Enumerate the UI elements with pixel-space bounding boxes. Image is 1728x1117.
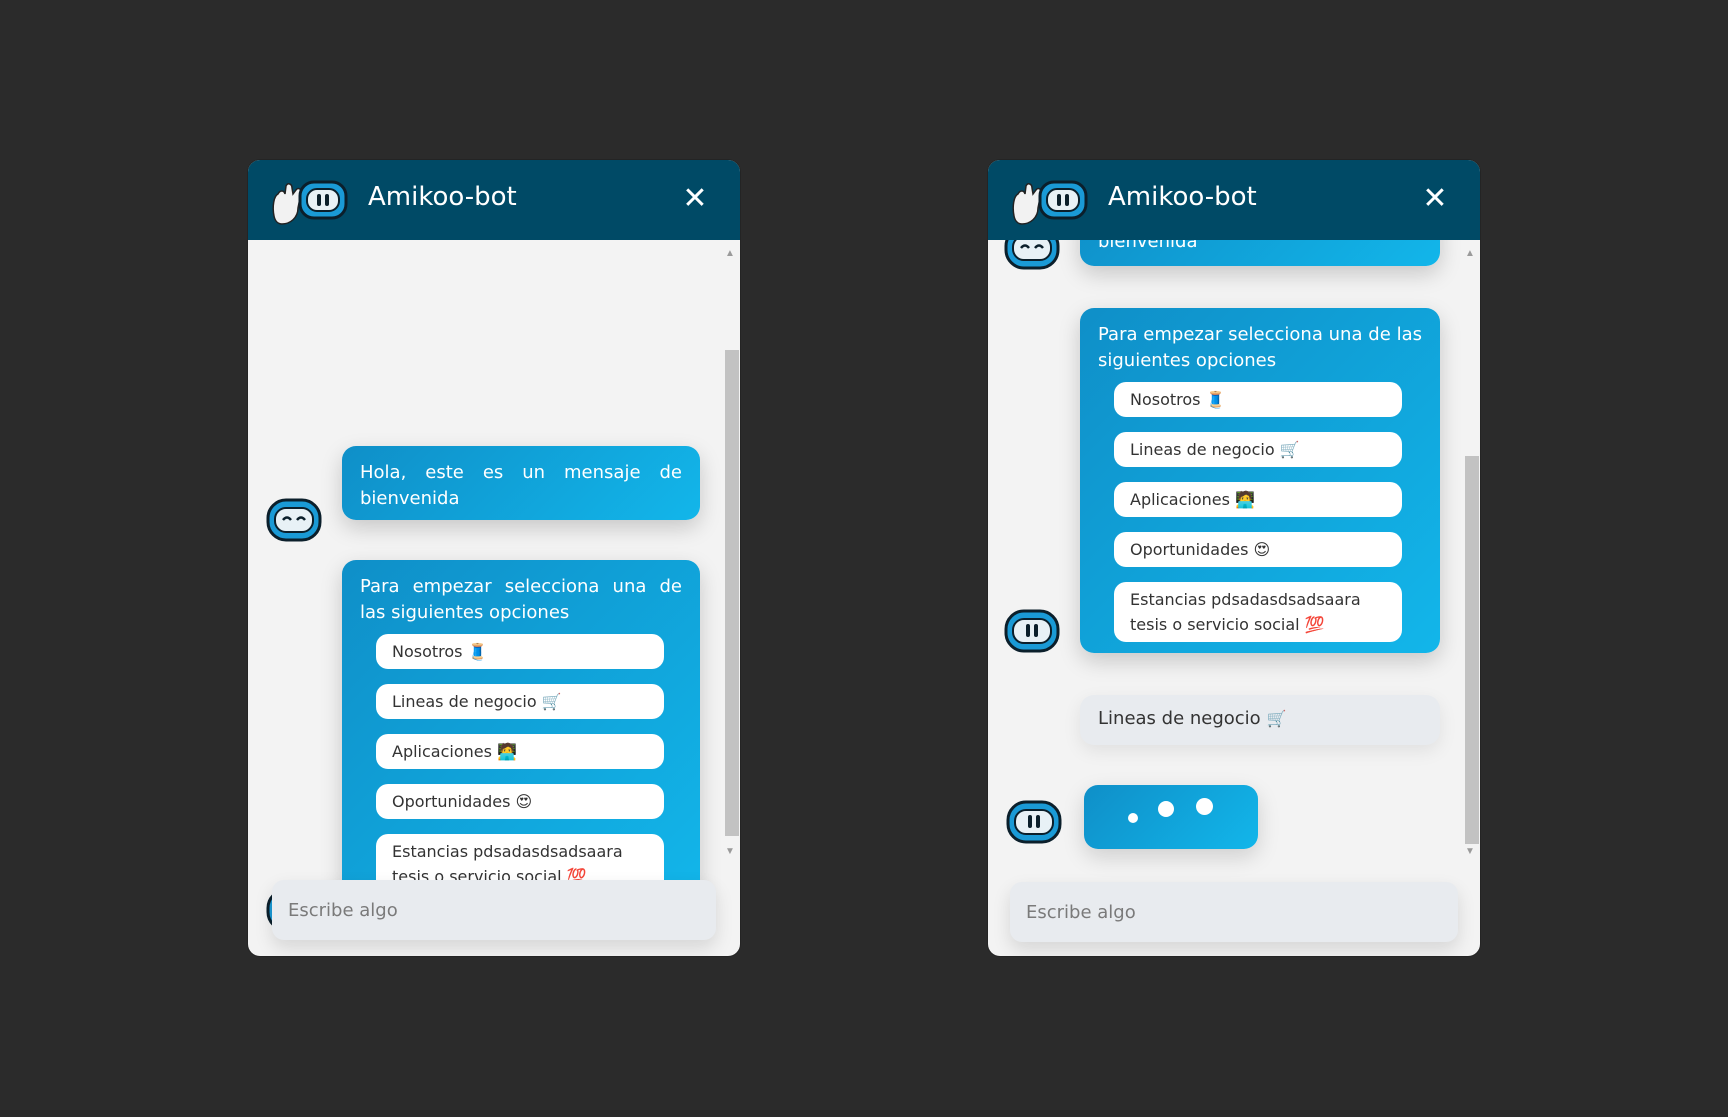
scroll-up-icon[interactable]: ▲ <box>1462 248 1478 260</box>
scroll-down-icon[interactable]: ▼ <box>722 846 738 858</box>
option-oportunidades[interactable]: Oportunidades 😍 <box>376 784 664 819</box>
bot-avatar-sleeping-icon <box>1004 240 1060 270</box>
user-reply-bubble: Lineas de negocio 🛒 <box>1080 695 1440 745</box>
welcome-text-tail: bienvenida <box>1098 240 1198 252</box>
option-label: Aplicaciones <box>1130 490 1230 509</box>
option-lineas-de-negocio[interactable]: Lineas de negocio 🛒 <box>376 684 664 719</box>
bot-logo-icon <box>1012 180 1088 225</box>
close-icon[interactable]: ✕ <box>680 184 710 214</box>
technologist-icon: 🧑‍💻 <box>497 742 517 761</box>
options-bubble: Para empezar selecciona una de las sigui… <box>342 560 700 905</box>
user-reply-text: Lineas de negocio <box>1098 708 1261 729</box>
bot-avatar-sleeping-icon <box>266 498 322 542</box>
option-label: Estancias pdsadasdsadsaara tesis o servi… <box>1130 590 1361 634</box>
chat-window-left: Amikoo-bot ✕ Hola, este es un mensaje de… <box>248 160 740 956</box>
hundred-icon: 💯 <box>1304 615 1325 634</box>
technologist-icon: 🧑‍💻 <box>1235 490 1255 509</box>
scroll-down-icon[interactable]: ▼ <box>1462 846 1478 858</box>
bot-logo-icon <box>272 180 348 225</box>
option-label: Lineas de negocio <box>1130 440 1275 459</box>
bot-avatar-icon <box>1004 609 1060 653</box>
chat-header: Amikoo-bot ✕ <box>988 160 1480 240</box>
option-estancias[interactable]: Estancias pdsadasdsadsaara tesis o servi… <box>1114 582 1402 642</box>
message-input-wrapper <box>1010 882 1458 942</box>
typing-indicator <box>1084 785 1258 849</box>
option-label: Oportunidades <box>1130 540 1249 559</box>
bot-avatar-icon <box>1006 800 1062 844</box>
typing-dot <box>1196 798 1213 815</box>
option-label: Aplicaciones <box>392 742 492 761</box>
typing-dot <box>1128 813 1138 823</box>
chat-header: Amikoo-bot ✕ <box>248 160 740 240</box>
message-input-wrapper <box>272 880 716 940</box>
cart-icon: 🛒 <box>1266 709 1287 728</box>
scroll-thumb[interactable] <box>1465 456 1479 844</box>
welcome-bubble: Hola, este es un mensaje de bienvenida <box>342 446 700 520</box>
chat-title: Amikoo-bot <box>1108 182 1257 212</box>
cart-icon: 🛒 <box>541 692 562 711</box>
close-icon[interactable]: ✕ <box>1420 184 1450 214</box>
option-oportunidades[interactable]: Oportunidades 😍 <box>1114 532 1402 567</box>
option-lineas-de-negocio[interactable]: Lineas de negocio 🛒 <box>1114 432 1402 467</box>
message-area[interactable]: Hola, este es un mensaje de bienvenida P… <box>248 240 740 940</box>
option-aplicaciones[interactable]: Aplicaciones 🧑‍💻 <box>376 734 664 769</box>
thread-icon: 🧵 <box>1205 390 1226 409</box>
chat-title: Amikoo-bot <box>368 182 517 212</box>
message-input[interactable] <box>1010 882 1458 942</box>
option-label: Lineas de negocio <box>392 692 537 711</box>
heart-eyes-icon: 😍 <box>515 792 533 811</box>
heart-eyes-icon: 😍 <box>1253 540 1271 559</box>
scrollbar[interactable]: ▲ ▼ <box>1462 248 1479 858</box>
option-nosotros[interactable]: Nosotros 🧵 <box>376 634 664 669</box>
option-nosotros[interactable]: Nosotros 🧵 <box>1114 382 1402 417</box>
welcome-bubble: bienvenida <box>1080 240 1440 266</box>
option-label: Oportunidades <box>392 792 511 811</box>
scrollbar[interactable]: ▲ ▼ <box>722 248 739 858</box>
options-bubble: Para empezar selecciona una de las sigui… <box>1080 308 1440 653</box>
typing-dot <box>1158 801 1174 817</box>
chat-window-right: Amikoo-bot ✕ bienvenida Para empezar sel… <box>988 160 1480 956</box>
option-label: Nosotros <box>1130 390 1201 409</box>
options-prompt: Para empezar selecciona una de las sigui… <box>1098 324 1422 371</box>
thread-icon: 🧵 <box>467 642 488 661</box>
message-input[interactable] <box>272 880 716 940</box>
welcome-text: Hola, este es un mensaje de bienvenida <box>360 462 682 509</box>
option-label: Nosotros <box>392 642 463 661</box>
options-prompt: Para empezar selecciona una de las sigui… <box>360 576 682 623</box>
cart-icon: 🛒 <box>1279 440 1300 459</box>
message-area[interactable]: bienvenida Para empezar selecciona una d… <box>988 240 1480 940</box>
scroll-thumb[interactable] <box>725 350 739 836</box>
scroll-up-icon[interactable]: ▲ <box>722 248 738 260</box>
option-aplicaciones[interactable]: Aplicaciones 🧑‍💻 <box>1114 482 1402 517</box>
